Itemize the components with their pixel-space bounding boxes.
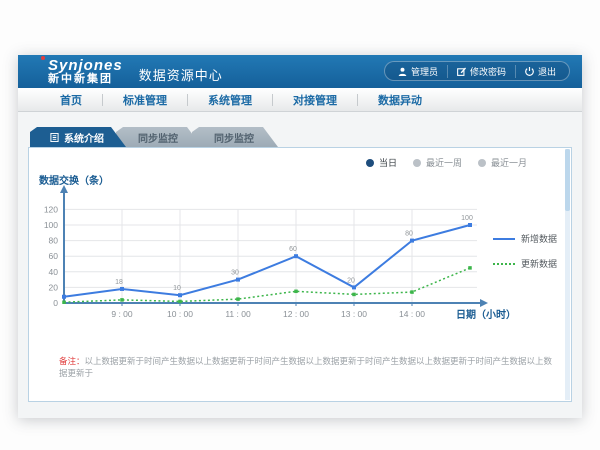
tab-sync-monitor-2-label: 同步监控 (214, 130, 254, 145)
panel-scrollbar[interactable] (565, 149, 570, 400)
page-title: 数据资源中心 (139, 65, 223, 84)
radio-last-week-label: 最近一周 (426, 156, 462, 169)
svg-text:13 : 00: 13 : 00 (341, 309, 367, 319)
svg-text:20: 20 (347, 277, 355, 284)
logout-button[interactable]: 退出 (515, 65, 565, 78)
svg-text:10 : 00: 10 : 00 (167, 309, 193, 319)
svg-text:12 : 00: 12 : 00 (283, 309, 309, 319)
tab-sync-monitor-1-label: 同步监控 (138, 130, 178, 145)
nav-item-home[interactable]: 首页 (40, 92, 102, 108)
nav-item-data-change[interactable]: 数据异动 (358, 92, 442, 108)
svg-text:120: 120 (44, 204, 58, 214)
radio-last-month[interactable]: 最近一月 (478, 156, 527, 169)
svg-text:18: 18 (115, 279, 123, 286)
svg-text:11 : 00: 11 : 00 (225, 309, 251, 319)
radio-dot-icon (413, 159, 421, 167)
svg-text:40: 40 (49, 267, 59, 277)
legend-new-data-label: 新增数据 (521, 232, 557, 245)
svg-text:9 : 00: 9 : 00 (111, 309, 133, 319)
header: Synjones 新中新集团 数据资源中心 管理员 修改密码 退出 (18, 55, 582, 88)
radio-last-month-label: 最近一月 (491, 156, 527, 169)
logo-text-en: Synjones (48, 58, 123, 73)
footnote-prefix: 备注： (59, 356, 85, 366)
x-axis-title: 日期（小时） (456, 306, 516, 321)
main-nav: 首页 标准管理 系统管理 对接管理 数据异动 (18, 88, 582, 112)
svg-text:60: 60 (289, 246, 297, 253)
power-icon (525, 67, 534, 76)
tab-sync-monitor-2[interactable]: 同步监控 (192, 127, 278, 147)
change-password-label: 修改密码 (470, 65, 506, 78)
document-icon (50, 133, 59, 142)
tab-system-intro[interactable]: 系统介绍 (30, 127, 126, 147)
nav-item-system-mgmt[interactable]: 系统管理 (188, 92, 272, 108)
svg-text:100: 100 (44, 220, 58, 230)
brand-logo: Synjones 新中新集团 (48, 58, 123, 85)
footnote-text: 以上数据更新于时间产生数据以上数据更新于时间产生数据以上数据更新于时间产生数据以… (59, 356, 552, 378)
svg-text:100: 100 (461, 215, 473, 222)
radio-last-week[interactable]: 最近一周 (413, 156, 462, 169)
app-window: Synjones 新中新集团 数据资源中心 管理员 修改密码 退出 首页 标准管… (18, 55, 582, 418)
range-filter-group: 当日 最近一周 最近一月 (366, 156, 527, 169)
change-password-button[interactable]: 修改密码 (447, 65, 515, 78)
radio-dot-icon (366, 159, 374, 167)
nav-item-standard-mgmt[interactable]: 标准管理 (103, 92, 187, 108)
admin-user-button[interactable]: 管理员 (389, 65, 447, 78)
legend-item-update-data[interactable]: 更新数据 (493, 257, 557, 270)
edit-icon (457, 67, 466, 76)
svg-text:80: 80 (405, 231, 413, 238)
logout-label: 退出 (538, 65, 556, 78)
series-legend: 新增数据 更新数据 (493, 232, 557, 270)
tab-system-intro-label: 系统介绍 (64, 130, 104, 145)
solid-line-swatch-icon (493, 238, 515, 240)
legend-update-data-label: 更新数据 (521, 257, 557, 270)
nav-item-interface-mgmt[interactable]: 对接管理 (273, 92, 357, 108)
radio-today[interactable]: 当日 (366, 156, 397, 169)
tab-sync-monitor-1[interactable]: 同步监控 (116, 127, 202, 147)
svg-text:80: 80 (49, 236, 59, 246)
svg-text:60: 60 (49, 251, 59, 261)
legend-item-new-data[interactable]: 新增数据 (493, 232, 557, 245)
logo-accent-dot (41, 56, 45, 60)
panel-scrollbar-thumb[interactable] (565, 149, 570, 211)
svg-text:0: 0 (53, 298, 58, 308)
svg-text:14 : 00: 14 : 00 (399, 309, 425, 319)
chart-panel: 当日 最近一周 最近一月 数据交换（条） 0204060801001209 : … (28, 147, 572, 402)
svg-text:30: 30 (231, 270, 239, 277)
svg-text:10: 10 (173, 285, 181, 292)
dotted-line-swatch-icon (493, 263, 515, 265)
svg-text:20: 20 (49, 282, 59, 292)
logo-text-cn: 新中新集团 (48, 74, 123, 85)
admin-user-label: 管理员 (411, 65, 438, 78)
user-icon (398, 67, 407, 76)
tab-bar: 系统介绍 同步监控 同步监控 (30, 127, 268, 147)
radio-dot-icon (478, 159, 486, 167)
footnote: 备注：以上数据更新于时间产生数据以上数据更新于时间产生数据以上数据更新于时间产生… (59, 356, 559, 380)
radio-today-label: 当日 (379, 156, 397, 169)
user-toolbar: 管理员 修改密码 退出 (384, 61, 570, 81)
